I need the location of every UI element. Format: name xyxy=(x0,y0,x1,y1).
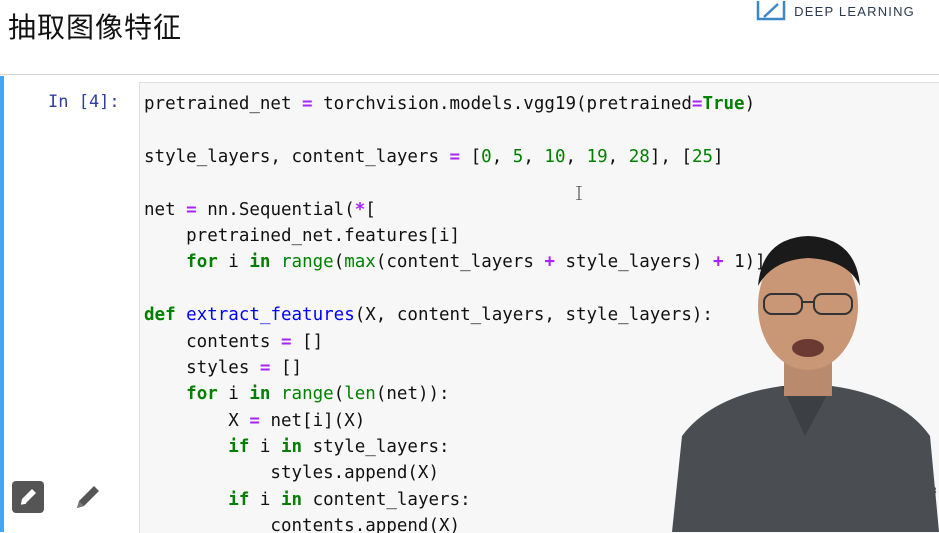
page-title: 抽取图像特征 xyxy=(8,11,183,44)
code-line[interactable]: style_layers, content_layers = [0, 5, 10… xyxy=(144,144,939,170)
brand-logo-icon xyxy=(756,1,786,21)
code-line-blank[interactable] xyxy=(144,170,939,196)
code-line[interactable]: net = nn.Sequential(*[ xyxy=(144,197,939,223)
edit-icon xyxy=(20,489,36,505)
cell-selection-bar xyxy=(0,76,4,532)
code-line[interactable]: pretrained_net = torchvision.models.vgg1… xyxy=(144,91,939,117)
edit-button[interactable] xyxy=(12,481,44,513)
header-divider xyxy=(0,74,939,75)
text-cursor-icon xyxy=(576,186,582,200)
code-line-blank[interactable] xyxy=(144,117,939,143)
pencil-button[interactable] xyxy=(72,481,104,513)
pencil-icon xyxy=(77,486,99,508)
presenter-video-icon xyxy=(672,236,939,532)
brand: DEEP LEARNING xyxy=(756,0,915,22)
cell-prompt: In [4]: xyxy=(48,92,120,112)
brand-text: DEEP LEARNING xyxy=(794,3,915,19)
